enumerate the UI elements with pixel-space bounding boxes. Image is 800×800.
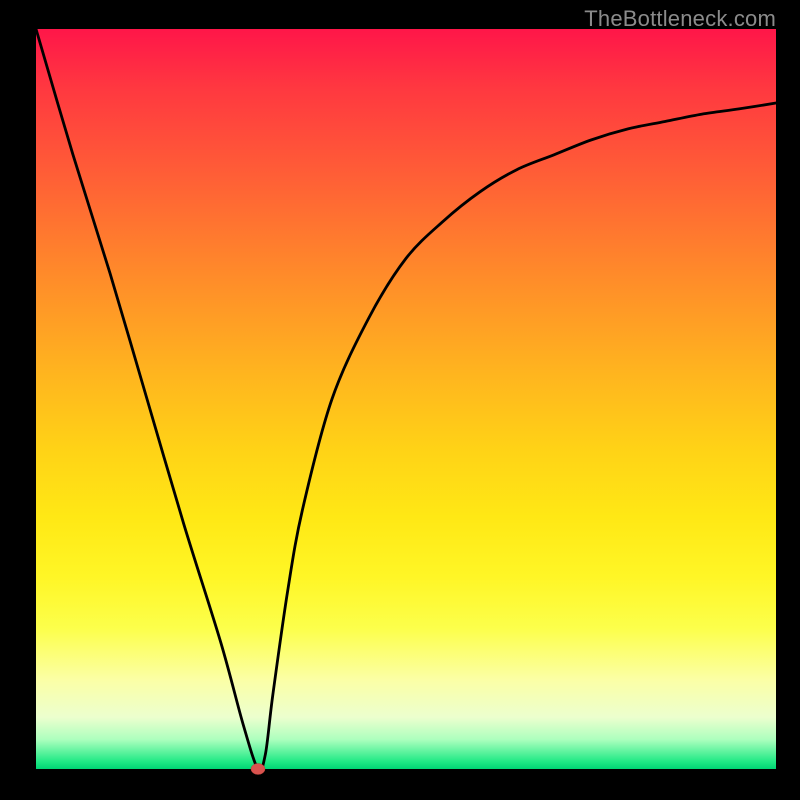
- optimal-point-marker: [251, 764, 265, 775]
- chart-plot-area: [36, 29, 776, 769]
- watermark-text: TheBottleneck.com: [584, 6, 776, 32]
- chart-svg: [36, 29, 776, 769]
- chart-container: TheBottleneck.com: [0, 0, 800, 800]
- bottleneck-curve: [36, 29, 776, 770]
